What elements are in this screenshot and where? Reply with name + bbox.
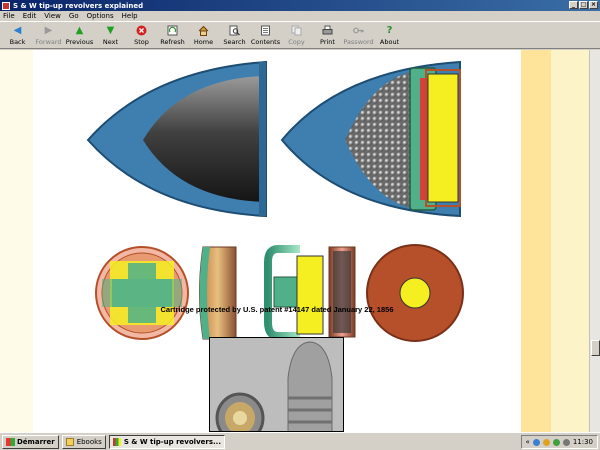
close-button[interactable]: × — [589, 1, 598, 9]
menu-options[interactable]: Options — [87, 12, 114, 20]
content-area: Cartridge protected by U.S. patent #1414… — [0, 50, 589, 432]
stop-button[interactable]: Stop — [126, 22, 157, 48]
menu-view[interactable]: View — [44, 12, 61, 20]
update-icon[interactable] — [552, 438, 560, 446]
forward-button[interactable]: ▶ Forward — [33, 22, 64, 48]
menu-edit[interactable]: Edit — [23, 12, 37, 20]
menu-file[interactable]: File — [3, 12, 15, 20]
cartridge-cutaway-view — [280, 60, 461, 218]
disc-side-view — [199, 246, 237, 340]
up-arrow-icon: ▲ — [75, 25, 84, 36]
window-title-bar: S & W tip-up revolvers explained _ □ × — [0, 0, 600, 11]
back-button[interactable]: ◀ Back — [2, 22, 33, 48]
copy-button[interactable]: Copy — [281, 22, 312, 48]
vertical-scrollbar[interactable] — [589, 50, 600, 432]
next-button[interactable]: ▼ Next — [95, 22, 126, 48]
previous-button[interactable]: ▲ Previous — [64, 22, 95, 48]
taskbar: Démarrer Ebooks S & W tip-up revolvers..… — [0, 432, 600, 450]
antivirus-icon[interactable] — [542, 438, 550, 446]
minimize-button[interactable]: _ — [569, 1, 578, 9]
key-icon — [353, 25, 364, 36]
start-button[interactable]: Démarrer — [2, 434, 59, 449]
stop-icon — [136, 25, 147, 36]
maximize-button[interactable]: □ — [579, 1, 588, 9]
cap-front-view — [95, 246, 189, 340]
home-icon — [198, 25, 209, 36]
system-tray: « 11:30 — [520, 435, 598, 449]
down-arrow-icon: ▼ — [106, 25, 115, 36]
app-icon — [2, 1, 10, 10]
about-button[interactable]: ? About — [374, 22, 405, 48]
about-icon: ? — [386, 25, 393, 36]
cartridge-photo — [209, 337, 344, 432]
window-controls: _ □ × — [569, 1, 598, 9]
primer-assembly-view — [264, 245, 356, 340]
menu-go[interactable]: Go — [69, 12, 79, 20]
scrollbar-thumb[interactable] — [591, 340, 600, 356]
tray-expand-icon[interactable]: « — [526, 438, 530, 446]
clock: 11:30 — [572, 438, 593, 446]
back-arrow-icon: ◀ — [13, 25, 22, 36]
task-sw-revolvers[interactable]: S & W tip-up revolvers... — [108, 434, 225, 449]
copy-icon — [291, 25, 302, 36]
base-view — [366, 244, 464, 342]
search-button[interactable]: Search — [219, 22, 250, 48]
contents-icon — [260, 25, 271, 36]
contents-button[interactable]: Contents — [250, 22, 281, 48]
toolbar: ◀ Back ▶ Forward ▲ Previous ▼ Next Stop … — [0, 22, 600, 49]
refresh-icon — [167, 25, 178, 36]
home-button[interactable]: Home — [188, 22, 219, 48]
menu-help[interactable]: Help — [122, 12, 138, 20]
refresh-button[interactable]: Refresh — [157, 22, 188, 48]
cartridge-photo-image — [210, 338, 343, 431]
print-icon — [322, 25, 333, 36]
task-ebooks[interactable]: Ebooks — [61, 434, 106, 449]
folder-icon — [65, 437, 74, 446]
volume-icon[interactable] — [562, 438, 570, 446]
book-icon — [112, 437, 121, 446]
forward-arrow-icon: ▶ — [44, 25, 53, 36]
figure-caption: Cartridge protected by U.S. patent #1414… — [160, 305, 394, 314]
window-title: S & W tip-up revolvers explained — [13, 1, 144, 10]
print-button[interactable]: Print — [312, 22, 343, 48]
network-icon[interactable] — [532, 438, 540, 446]
windows-logo-icon — [6, 437, 15, 446]
cartridge-side-view — [86, 60, 267, 218]
menu-bar: File Edit View Go Options Help — [0, 11, 600, 22]
password-button[interactable]: Password — [343, 22, 374, 48]
search-icon — [229, 25, 240, 36]
